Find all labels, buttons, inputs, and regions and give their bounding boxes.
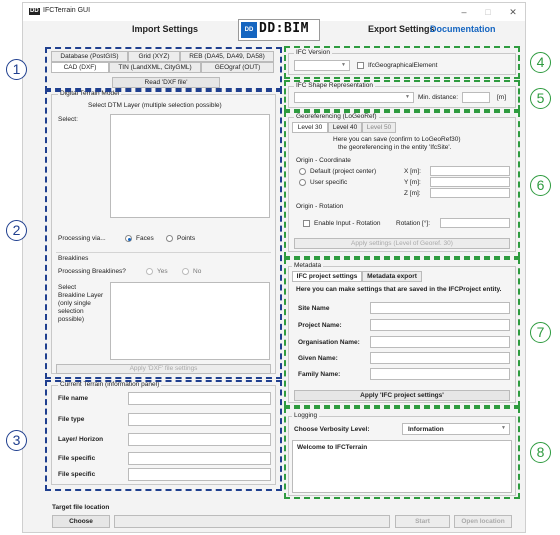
target-file-label: Target file location (52, 504, 110, 511)
callout-7: 7 (530, 322, 551, 343)
callout-2: 2 (6, 220, 27, 241)
documentation-link[interactable]: Documentation (430, 24, 496, 34)
callout-3: 3 (6, 430, 27, 451)
export-settings-title: Export Settings (368, 24, 435, 34)
callout-6: 6 (530, 175, 551, 196)
app-icon: DD (29, 8, 40, 15)
region-2-frame (45, 88, 282, 379)
choose-button[interactable]: Choose (52, 515, 110, 528)
region-7-frame (284, 258, 520, 407)
import-settings-title: Import Settings (132, 24, 199, 34)
region-1-frame (45, 47, 282, 92)
region-3-frame (45, 380, 282, 491)
logo-text: DD:BIM (259, 21, 309, 36)
close-button[interactable]: ✕ (504, 5, 522, 19)
callout-8: 8 (530, 442, 551, 463)
maximize-button[interactable]: □ (479, 5, 497, 19)
window-title: IFCTerrain GUI (43, 7, 91, 14)
callout-1: 1 (6, 59, 27, 80)
callout-5: 5 (530, 88, 551, 109)
region-6-frame (284, 111, 520, 258)
region-5-frame (284, 80, 520, 111)
ddbim-logo: DD DD:BIM (238, 19, 320, 41)
open-location-button[interactable]: Open location (454, 515, 512, 528)
minimize-button[interactable]: – (455, 5, 473, 19)
start-button[interactable]: Start (395, 515, 450, 528)
logo-mark: DD (241, 22, 257, 38)
region-8-frame (284, 407, 520, 499)
region-4-frame (284, 46, 520, 79)
callout-4: 4 (530, 52, 551, 73)
target-file-path (114, 515, 390, 528)
